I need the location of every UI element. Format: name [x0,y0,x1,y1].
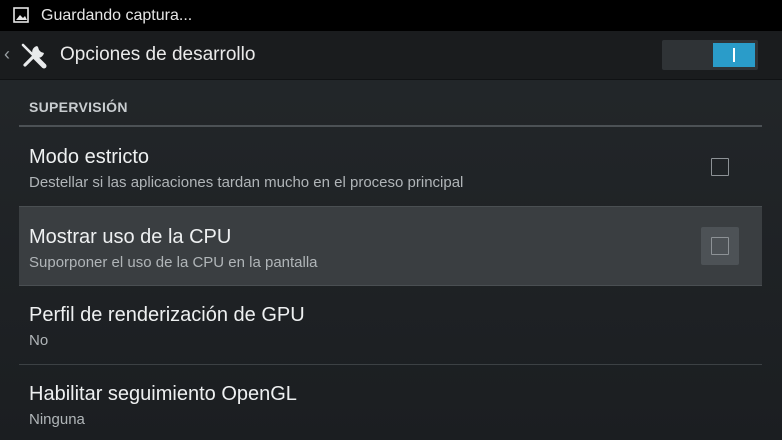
show-cpu-usage-checkbox[interactable] [711,237,729,255]
pref-summary: No [29,332,49,349]
pref-show-cpu-usage[interactable]: Mostrar uso de la CPU Suporponer el uso … [19,206,762,286]
pref-summary: Ninguna [29,411,85,428]
action-bar: ‹ Opciones de desarrollo [0,31,782,80]
switch-thumb [713,43,755,67]
switch-on-indicator [733,48,735,62]
pref-strict-mode[interactable]: Modo estricto Destellar si las aplicacio… [19,128,762,206]
pref-opengl-traces[interactable]: Habilitar seguimiento OpenGL Ninguna [19,365,762,440]
pref-title: Perfil de renderización de GPU [29,304,305,326]
developer-options-screen: Guardando captura... ‹ Opciones de desar… [0,0,782,440]
strict-mode-checkbox[interactable] [711,158,729,176]
section-header: SUPERVISIÓN [29,99,128,115]
pref-summary: Destellar si las aplicaciones tardan muc… [29,174,464,191]
pref-summary: Suporponer el uso de la CPU en la pantal… [29,254,318,271]
status-bar: Guardando captura... [0,0,782,31]
image-icon [13,7,29,23]
pref-title: Mostrar uso de la CPU [29,226,232,248]
chevron-left-icon[interactable]: ‹ [4,43,10,65]
pref-title: Habilitar seguimiento OpenGL [29,383,297,405]
developer-options-switch[interactable] [662,40,758,70]
section-divider [19,125,762,127]
pref-title: Modo estricto [29,146,150,168]
tools-icon[interactable] [17,39,51,73]
status-notification-text: Guardando captura... [41,7,193,24]
page-title: Opciones de desarrollo [60,44,256,65]
pref-gpu-rendering-profile[interactable]: Perfil de renderización de GPU No [19,286,762,364]
